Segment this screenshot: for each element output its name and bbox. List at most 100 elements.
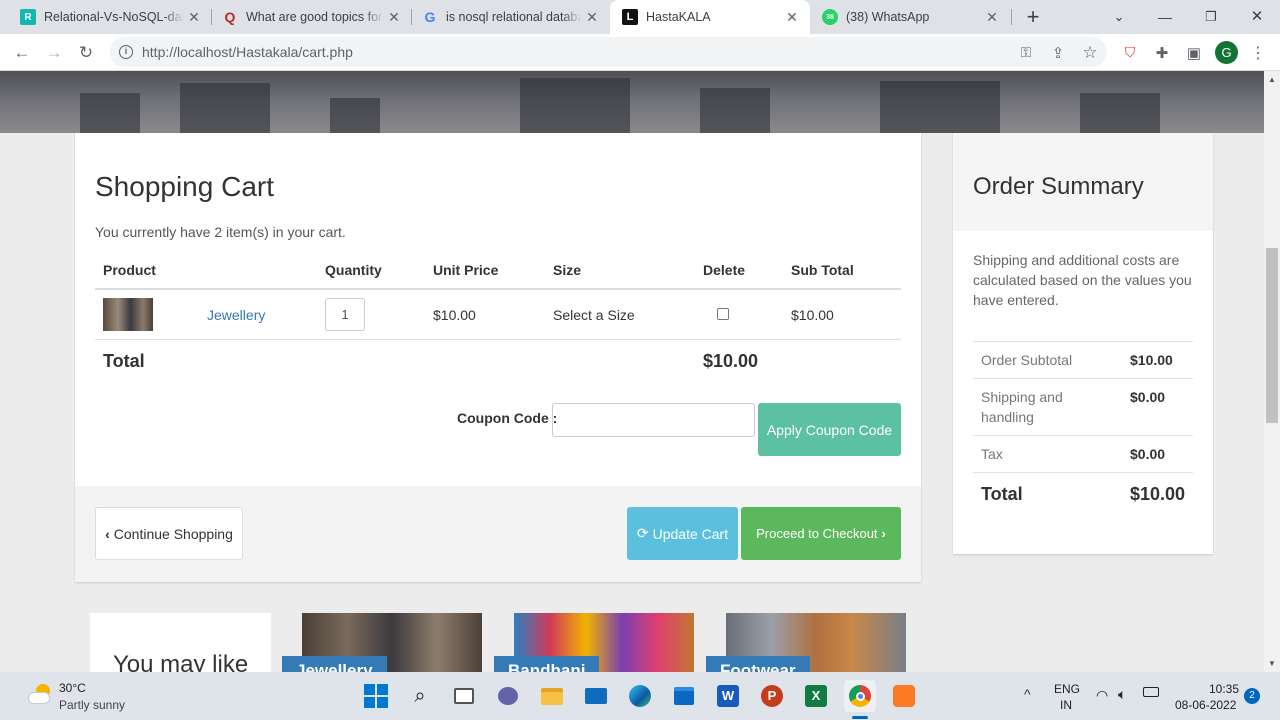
product-thumbnail[interactable] <box>103 298 153 331</box>
page-content: Shopping Cart You currently have 2 item(… <box>0 71 1264 672</box>
coupon-input[interactable] <box>552 403 755 437</box>
column-header-delete: Delete <box>703 262 746 278</box>
continue-shopping-button[interactable]: ‹ Continue Shopping <box>95 507 243 560</box>
share-icon[interactable]: ⇪ <box>1044 34 1072 71</box>
bookmark-star-icon[interactable]: ☆ <box>1076 34 1104 71</box>
chrome-icon[interactable] <box>844 680 876 712</box>
reload-icon[interactable]: ↻ <box>72 34 100 71</box>
extensions-puzzle-icon[interactable]: ✚ <box>1148 34 1176 71</box>
xampp-icon[interactable] <box>888 680 920 712</box>
powerpoint-icon[interactable]: P <box>756 680 788 712</box>
file-explorer-icon[interactable] <box>536 680 568 712</box>
page-scrollbar[interactable]: ▲ ▼ <box>1264 71 1280 672</box>
weather-partly-sunny-icon[interactable] <box>26 684 54 708</box>
forward-icon[interactable]: → <box>40 34 68 71</box>
product-card-label[interactable]: Bandhani <box>494 656 600 672</box>
clock-time[interactable]: 10:35 <box>1209 682 1239 696</box>
summary-row: Order Subtotal $10.00 <box>973 341 1193 378</box>
address-bar[interactable]: i http://localhost/Hastakala/cart.php <box>110 37 1107 67</box>
task-view-icon[interactable] <box>448 680 480 712</box>
update-cart-button[interactable]: ⟳ Update Cart <box>627 507 738 560</box>
tab-whatsapp[interactable]: 38 (38) WhatsApp ✕ <box>810 0 1010 34</box>
tab-title: What are good topics for <box>246 10 383 24</box>
microsoft-store-icon[interactable] <box>668 680 700 712</box>
language-line2[interactable]: IN <box>1060 698 1072 712</box>
extension-shield-icon[interactable]: ⛉ <box>1116 34 1144 71</box>
quantity-input[interactable]: 1 <box>325 298 365 331</box>
tab-google-search[interactable]: G is nosql relational databa ✕ <box>412 0 610 34</box>
whatsapp-badge: 38 <box>826 13 834 21</box>
side-panel-icon[interactable]: ▣ <box>1180 34 1208 71</box>
apply-coupon-button[interactable]: Apply Coupon Code <box>758 403 901 456</box>
you-may-like-box: You may like <box>90 613 271 672</box>
researchgate-icon: R <box>20 9 36 25</box>
proceed-to-checkout-button[interactable]: Proceed to Checkout › <box>741 507 901 560</box>
delete-checkbox[interactable] <box>717 308 729 320</box>
close-window-icon[interactable]: ✕ <box>1246 6 1268 28</box>
profile-avatar[interactable]: G <box>1215 41 1238 64</box>
close-tab-icon[interactable]: ✕ <box>184 9 204 26</box>
close-tab-icon[interactable]: ✕ <box>982 9 1002 26</box>
url-text[interactable]: http://localhost/Hastakala/cart.php <box>142 37 353 67</box>
page-title: Shopping Cart <box>95 171 275 202</box>
order-summary-panel: Order Summary Shipping and additional co… <box>953 133 1213 554</box>
column-header-quantity: Quantity <box>325 262 382 278</box>
wifi-icon[interactable]: ◠ <box>1096 687 1108 704</box>
tab-quora[interactable]: Q What are good topics for ✕ <box>212 0 412 34</box>
new-tab-icon[interactable]: + <box>1020 5 1046 29</box>
you-may-like-title: You may like <box>113 651 249 672</box>
size-select[interactable]: Select a Size <box>553 307 635 323</box>
product-link[interactable]: Jewellery <box>207 307 265 323</box>
scroll-down-arrow-icon[interactable]: ▼ <box>1268 659 1276 668</box>
tab-hastakala[interactable]: L HastaKALA ✕ <box>610 0 810 34</box>
volume-icon[interactable]: 🔈︎ <box>1118 686 1126 703</box>
tab-divider <box>1011 9 1012 25</box>
summary-row-value: $0.00 <box>1130 446 1166 462</box>
scroll-up-arrow-icon[interactable]: ▲ <box>1268 75 1276 84</box>
close-tab-icon[interactable]: ✕ <box>582 9 602 26</box>
scrollbar-thumb[interactable] <box>1266 248 1278 423</box>
cart-total-label: Total <box>103 351 145 371</box>
restore-icon[interactable]: ❐ <box>1200 6 1222 28</box>
cart-total-value: $10.00 <box>703 351 759 371</box>
shopping-cart-panel: Shopping Cart You currently have 2 item(… <box>75 133 921 582</box>
mail-icon[interactable] <box>580 680 612 712</box>
hastakala-icon: L <box>622 9 638 25</box>
excel-icon[interactable]: X <box>800 680 832 712</box>
notification-badge[interactable]: 2 <box>1244 688 1260 704</box>
weather-desc[interactable]: Partly sunny <box>59 698 125 712</box>
word-icon[interactable]: W <box>712 680 744 712</box>
hero-banner-image <box>0 71 1264 133</box>
product-card-label[interactable]: Jewellery <box>282 656 387 672</box>
back-icon[interactable]: ← <box>8 34 36 71</box>
edge-icon[interactable] <box>624 680 656 712</box>
product-card-label[interactable]: Footwear <box>706 656 810 672</box>
site-info-icon[interactable]: i <box>119 45 133 59</box>
column-header-unit-price: Unit Price <box>433 262 499 278</box>
tab-search-chevron-icon[interactable]: ⌄ <box>1108 6 1130 28</box>
summary-row-label: Order Subtotal <box>981 352 1073 368</box>
order-summary-header: Order Summary <box>953 133 1213 231</box>
windows-taskbar: 30°C Partly sunny ⌕ W P X ^ ENG IN ◠ 🔈︎ … <box>0 672 1280 720</box>
tab-relational-nosql[interactable]: R Relational-Vs-NoSQL-data ✕ <box>0 0 212 34</box>
quora-icon: Q <box>224 9 236 25</box>
menu-kebab-icon[interactable]: ⋮ <box>1244 34 1272 71</box>
clock-date[interactable]: 08-06-2022 <box>1175 698 1236 712</box>
teams-chat-icon[interactable] <box>492 680 524 712</box>
close-tab-icon[interactable]: ✕ <box>782 9 802 26</box>
cart-item-count: You currently have 2 item(s) in your car… <box>95 224 346 240</box>
key-icon[interactable]: ⚿ <box>1012 34 1040 71</box>
refresh-icon: ⟳ <box>636 525 649 541</box>
close-tab-icon[interactable]: ✕ <box>384 9 404 26</box>
battery-icon[interactable] <box>1143 687 1159 697</box>
summary-note: Shipping and additional costs are calcul… <box>973 252 1192 308</box>
browser-toolbar: ← → ↻ i http://localhost/Hastakala/cart.… <box>0 34 1280 71</box>
minimize-icon[interactable]: — <box>1154 6 1176 28</box>
search-icon[interactable]: ⌕ <box>404 680 436 712</box>
summary-total-row: Total $10.00 <box>973 472 1193 514</box>
active-app-indicator <box>852 716 868 719</box>
chevron-up-icon[interactable]: ^ <box>1024 686 1031 702</box>
weather-temp[interactable]: 30°C <box>59 681 86 695</box>
language-line1[interactable]: ENG <box>1054 682 1080 696</box>
windows-start-icon[interactable] <box>360 680 392 712</box>
